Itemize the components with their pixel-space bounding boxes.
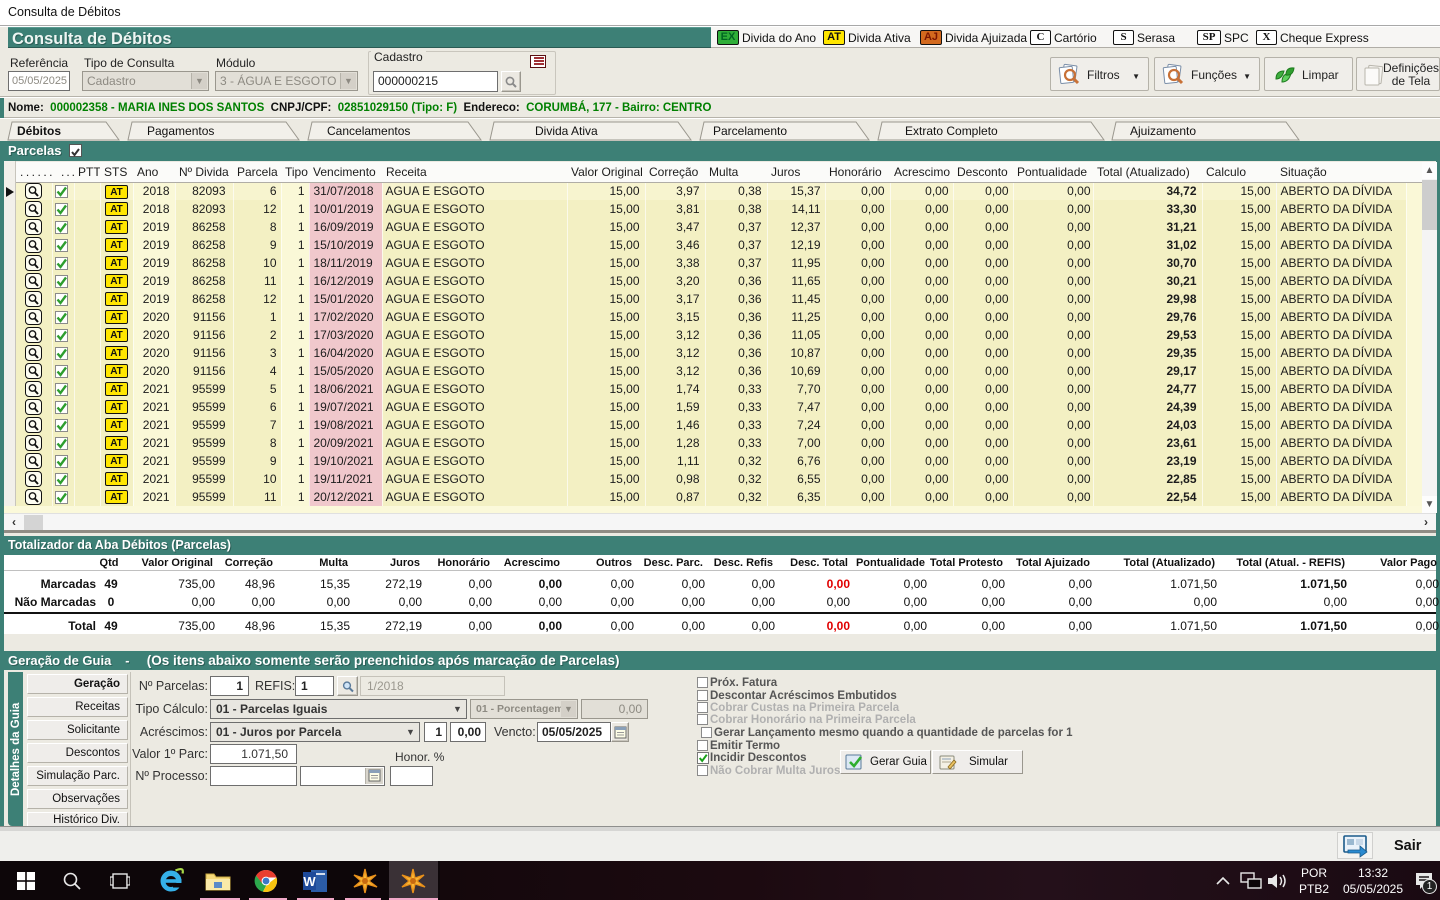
svg-text:W: W	[303, 874, 316, 889]
